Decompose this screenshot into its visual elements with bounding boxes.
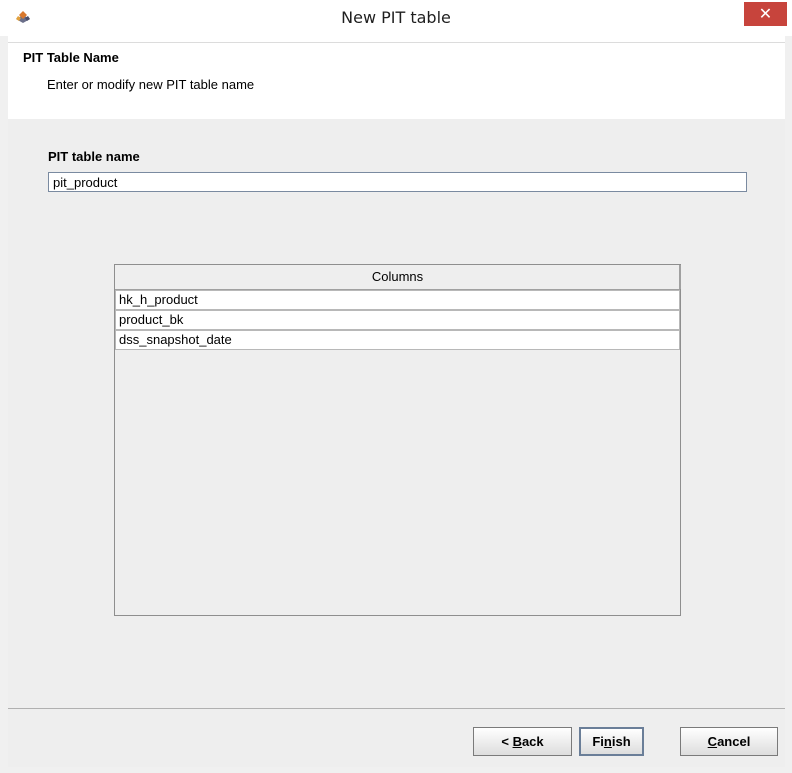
wizard-footer: < Back Finish Cancel <box>8 709 785 767</box>
window-frame-bottom <box>0 767 792 773</box>
window-title: New PIT table <box>341 8 451 27</box>
columns-header-label: Columns <box>371 269 424 284</box>
window-frame-left <box>0 36 8 773</box>
pit-table-name-label: PIT table name <box>48 149 140 164</box>
finish-button[interactable]: Finish <box>579 727 644 756</box>
columns-table-header[interactable]: Columns <box>115 265 681 290</box>
columns-table[interactable]: Columns hk_h_product product_bk dss_snap… <box>114 264 681 616</box>
table-row[interactable]: product_bk <box>115 310 680 330</box>
wizard-step-title: PIT Table Name <box>23 50 119 65</box>
window-frame-right <box>785 36 792 773</box>
wizard-header: PIT Table Name Enter or modify new PIT t… <box>8 42 785 120</box>
table-row[interactable]: dss_snapshot_date <box>115 330 680 350</box>
cancel-button[interactable]: Cancel <box>680 727 778 756</box>
wizard-step-description: Enter or modify new PIT table name <box>47 77 255 92</box>
close-button[interactable]: ✕ <box>744 2 787 26</box>
table-row[interactable]: hk_h_product <box>115 290 680 310</box>
wizard-content: PIT table name Columns hk_h_product prod… <box>8 119 785 708</box>
title-bar: New PIT table ✕ <box>0 0 792 36</box>
column-resize-handle[interactable] <box>679 265 681 289</box>
close-icon: ✕ <box>758 4 773 23</box>
back-button[interactable]: < Back <box>473 727 572 756</box>
pit-table-name-input[interactable] <box>48 172 747 192</box>
